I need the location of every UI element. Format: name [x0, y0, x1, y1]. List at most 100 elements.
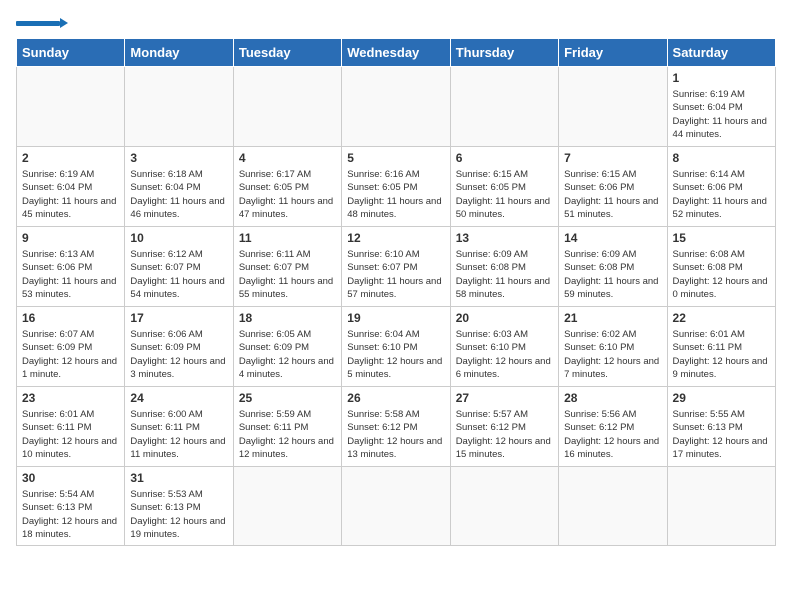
col-header-thursday: Thursday [450, 39, 558, 67]
day-cell: 7 Sunrise: 6:15 AM Sunset: 6:06 PM Daylig… [559, 147, 667, 227]
day-info: Sunrise: 5:54 AM Sunset: 6:13 PM Dayligh… [22, 488, 119, 541]
day-info: Sunrise: 6:19 AM Sunset: 6:04 PM Dayligh… [673, 88, 770, 141]
week-row-3: 9 Sunrise: 6:13 AM Sunset: 6:06 PM Daylig… [17, 227, 776, 307]
day-info: Sunrise: 5:59 AM Sunset: 6:11 PM Dayligh… [239, 408, 336, 461]
day-info: Sunrise: 6:02 AM Sunset: 6:10 PM Dayligh… [564, 328, 661, 381]
day-cell: 26Sunrise: 5:58 AM Sunset: 6:12 PM Dayli… [342, 387, 450, 467]
day-number: 2 [22, 151, 119, 165]
day-number: 16 [22, 311, 119, 325]
day-cell [125, 67, 233, 147]
day-info: Sunrise: 6:06 AM Sunset: 6:09 PM Dayligh… [130, 328, 227, 381]
day-number: 10 [130, 231, 227, 245]
day-number: 29 [673, 391, 770, 405]
day-number: 14 [564, 231, 661, 245]
day-number: 27 [456, 391, 553, 405]
day-cell: 17 Sunrise: 6:06 AM Sunset: 6:09 PM Dayli… [125, 307, 233, 387]
day-info: Sunrise: 5:55 AM Sunset: 6:13 PM Dayligh… [673, 408, 770, 461]
day-cell: 16 Sunrise: 6:07 AM Sunset: 6:09 PM Dayli… [17, 307, 125, 387]
week-row-2: 2 Sunrise: 6:19 AM Sunset: 6:04 PM Daylig… [17, 147, 776, 227]
day-info: Sunrise: 6:09 AM Sunset: 6:08 PM Dayligh… [564, 248, 661, 301]
day-cell [17, 67, 125, 147]
day-number: 11 [239, 231, 336, 245]
day-number: 1 [673, 71, 770, 85]
day-info: Sunrise: 6:03 AM Sunset: 6:10 PM Dayligh… [456, 328, 553, 381]
day-info: Sunrise: 6:10 AM Sunset: 6:07 PM Dayligh… [347, 248, 444, 301]
day-cell: 21Sunrise: 6:02 AM Sunset: 6:10 PM Dayli… [559, 307, 667, 387]
col-header-tuesday: Tuesday [233, 39, 341, 67]
day-cell: 11 Sunrise: 6:11 AM Sunset: 6:07 PM Dayli… [233, 227, 341, 307]
day-number: 25 [239, 391, 336, 405]
logo [16, 16, 68, 28]
col-header-sunday: Sunday [17, 39, 125, 67]
day-info: Sunrise: 6:07 AM Sunset: 6:09 PM Dayligh… [22, 328, 119, 381]
day-info: Sunrise: 6:09 AM Sunset: 6:08 PM Dayligh… [456, 248, 553, 301]
page-header [16, 16, 776, 28]
day-cell [342, 467, 450, 546]
day-cell [667, 467, 775, 546]
day-cell: 29 Sunrise: 5:55 AM Sunset: 6:13 PM Dayli… [667, 387, 775, 467]
day-number: 20 [456, 311, 553, 325]
col-header-saturday: Saturday [667, 39, 775, 67]
day-number: 22 [673, 311, 770, 325]
day-info: Sunrise: 6:04 AM Sunset: 6:10 PM Dayligh… [347, 328, 444, 381]
day-info: Sunrise: 6:17 AM Sunset: 6:05 PM Dayligh… [239, 168, 336, 221]
day-info: Sunrise: 6:15 AM Sunset: 6:05 PM Dayligh… [456, 168, 553, 221]
day-cell: 3 Sunrise: 6:18 AM Sunset: 6:04 PM Daylig… [125, 147, 233, 227]
day-info: Sunrise: 6:13 AM Sunset: 6:06 PM Dayligh… [22, 248, 119, 301]
day-info: Sunrise: 6:19 AM Sunset: 6:04 PM Dayligh… [22, 168, 119, 221]
day-number: 31 [130, 471, 227, 485]
week-row-1: 1 Sunrise: 6:19 AM Sunset: 6:04 PM Daylig… [17, 67, 776, 147]
day-number: 3 [130, 151, 227, 165]
day-cell: 22Sunrise: 6:01 AM Sunset: 6:11 PM Dayli… [667, 307, 775, 387]
day-cell [559, 467, 667, 546]
day-info: Sunrise: 6:15 AM Sunset: 6:06 PM Dayligh… [564, 168, 661, 221]
day-number: 17 [130, 311, 227, 325]
day-cell [450, 67, 558, 147]
day-number: 7 [564, 151, 661, 165]
day-info: Sunrise: 5:56 AM Sunset: 6:12 PM Dayligh… [564, 408, 661, 461]
day-info: Sunrise: 6:12 AM Sunset: 6:07 PM Dayligh… [130, 248, 227, 301]
day-info: Sunrise: 6:14 AM Sunset: 6:06 PM Dayligh… [673, 168, 770, 221]
calendar-table: SundayMondayTuesdayWednesdayThursdayFrid… [16, 38, 776, 546]
col-header-wednesday: Wednesday [342, 39, 450, 67]
day-cell: 24 Sunrise: 6:00 AM Sunset: 6:11 PM Dayli… [125, 387, 233, 467]
day-cell: 9 Sunrise: 6:13 AM Sunset: 6:06 PM Daylig… [17, 227, 125, 307]
day-info: Sunrise: 5:58 AM Sunset: 6:12 PM Dayligh… [347, 408, 444, 461]
day-info: Sunrise: 6:05 AM Sunset: 6:09 PM Dayligh… [239, 328, 336, 381]
day-number: 18 [239, 311, 336, 325]
day-cell: 31 Sunrise: 5:53 AM Sunset: 6:13 PM Dayli… [125, 467, 233, 546]
day-cell: 19Sunrise: 6:04 AM Sunset: 6:10 PM Dayli… [342, 307, 450, 387]
day-cell: 20 Sunrise: 6:03 AM Sunset: 6:10 PM Dayli… [450, 307, 558, 387]
logo-arrow [60, 18, 68, 28]
day-cell: 12Sunrise: 6:10 AM Sunset: 6:07 PM Dayli… [342, 227, 450, 307]
week-row-6: 30 Sunrise: 5:54 AM Sunset: 6:13 PM Dayli… [17, 467, 776, 546]
day-cell: 4Sunrise: 6:17 AM Sunset: 6:05 PM Daylig… [233, 147, 341, 227]
day-cell: 15Sunrise: 6:08 AM Sunset: 6:08 PM Dayli… [667, 227, 775, 307]
day-cell: 1 Sunrise: 6:19 AM Sunset: 6:04 PM Daylig… [667, 67, 775, 147]
day-info: Sunrise: 6:18 AM Sunset: 6:04 PM Dayligh… [130, 168, 227, 221]
day-number: 9 [22, 231, 119, 245]
day-cell [233, 467, 341, 546]
day-number: 5 [347, 151, 444, 165]
day-info: Sunrise: 6:16 AM Sunset: 6:05 PM Dayligh… [347, 168, 444, 221]
week-row-5: 23 Sunrise: 6:01 AM Sunset: 6:11 PM Dayli… [17, 387, 776, 467]
day-cell: 27 Sunrise: 5:57 AM Sunset: 6:12 PM Dayli… [450, 387, 558, 467]
day-number: 28 [564, 391, 661, 405]
day-number: 6 [456, 151, 553, 165]
day-cell: 28 Sunrise: 5:56 AM Sunset: 6:12 PM Dayli… [559, 387, 667, 467]
day-info: Sunrise: 6:01 AM Sunset: 6:11 PM Dayligh… [22, 408, 119, 461]
day-info: Sunrise: 6:11 AM Sunset: 6:07 PM Dayligh… [239, 248, 336, 301]
day-cell: 2 Sunrise: 6:19 AM Sunset: 6:04 PM Daylig… [17, 147, 125, 227]
day-cell: 10 Sunrise: 6:12 AM Sunset: 6:07 PM Dayli… [125, 227, 233, 307]
day-number: 30 [22, 471, 119, 485]
day-number: 23 [22, 391, 119, 405]
day-cell: 5 Sunrise: 6:16 AM Sunset: 6:05 PM Daylig… [342, 147, 450, 227]
day-cell [450, 467, 558, 546]
day-number: 13 [456, 231, 553, 245]
day-info: Sunrise: 6:00 AM Sunset: 6:11 PM Dayligh… [130, 408, 227, 461]
day-number: 24 [130, 391, 227, 405]
day-info: Sunrise: 5:57 AM Sunset: 6:12 PM Dayligh… [456, 408, 553, 461]
day-cell: 18 Sunrise: 6:05 AM Sunset: 6:09 PM Dayli… [233, 307, 341, 387]
day-cell: 14 Sunrise: 6:09 AM Sunset: 6:08 PM Dayli… [559, 227, 667, 307]
day-info: Sunrise: 5:53 AM Sunset: 6:13 PM Dayligh… [130, 488, 227, 541]
